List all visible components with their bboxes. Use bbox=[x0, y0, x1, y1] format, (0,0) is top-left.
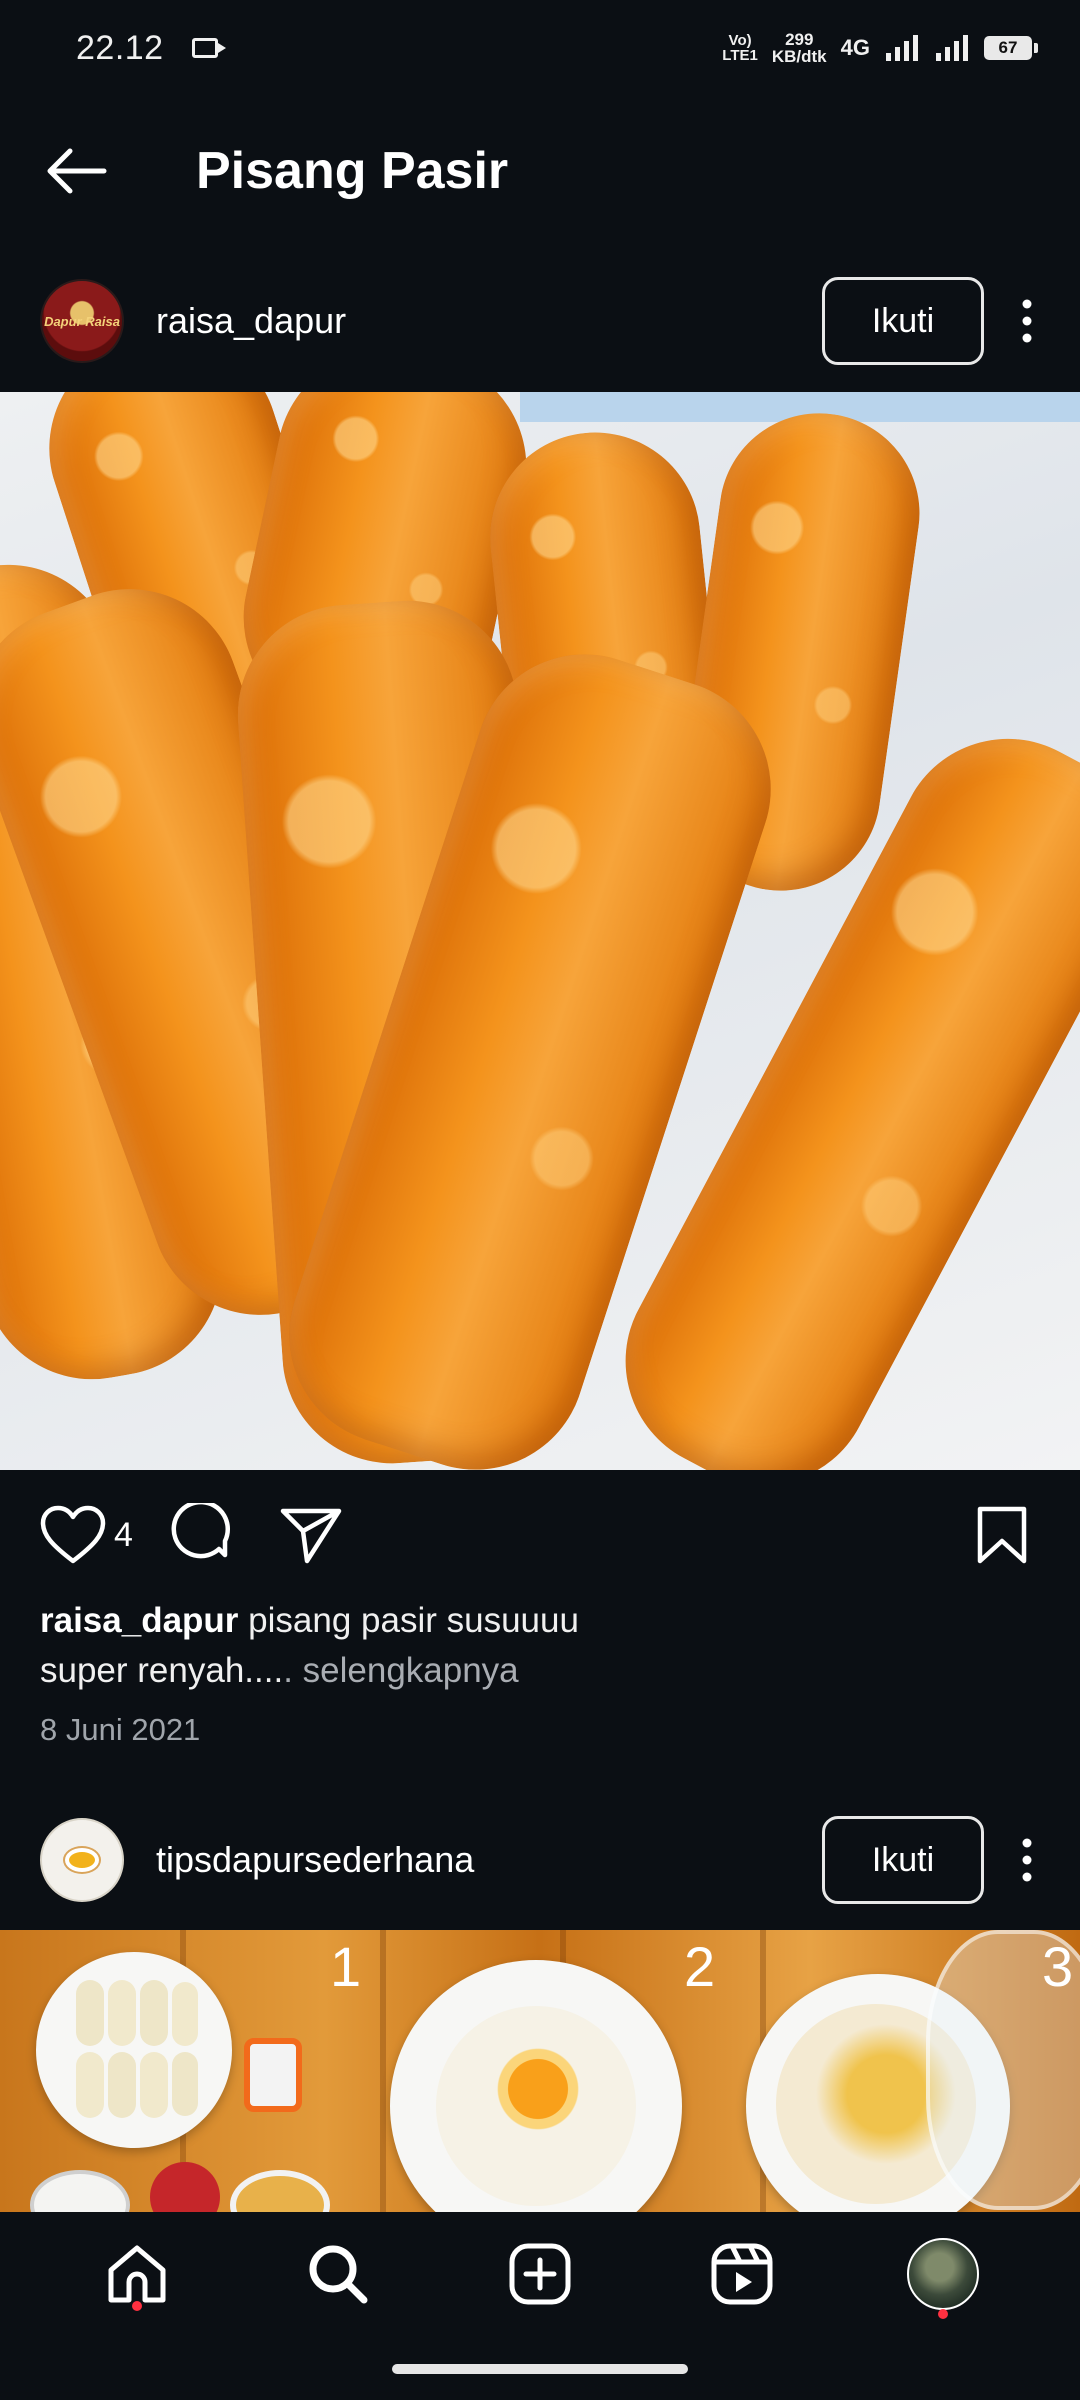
egg-bowl bbox=[150, 2162, 220, 2212]
more-options-button[interactable] bbox=[994, 1816, 1060, 1904]
comment-button[interactable] bbox=[169, 1503, 233, 1567]
more-options-button[interactable] bbox=[994, 277, 1060, 365]
signal-icon bbox=[886, 35, 918, 61]
network-speed-unit: KB/dtk bbox=[771, 47, 827, 66]
avatar-logo-text: Dapur Raisa bbox=[44, 313, 120, 329]
save-button[interactable] bbox=[976, 1505, 1028, 1565]
comment-icon bbox=[171, 1503, 230, 1559]
bookmark-icon bbox=[977, 1506, 1027, 1564]
like-count[interactable]: 4 bbox=[114, 1516, 133, 1555]
more-vertical-icon bbox=[1022, 1838, 1032, 1882]
status-time: 22.12 bbox=[76, 28, 164, 67]
bottom-navigation bbox=[0, 2212, 1080, 2400]
home-icon bbox=[108, 2245, 166, 2303]
post-username[interactable]: tipsdapursederhana bbox=[156, 1839, 474, 1881]
heart-icon bbox=[40, 1505, 106, 1564]
lte-label: LTE1 bbox=[722, 47, 758, 64]
breadcrumb-bowl bbox=[230, 2170, 330, 2212]
step-number: 1 bbox=[330, 1935, 362, 1998]
wood-grain bbox=[380, 1930, 386, 2212]
nav-home[interactable] bbox=[82, 2219, 192, 2329]
step-number: 2 bbox=[684, 1935, 716, 1998]
create-post-icon bbox=[509, 2243, 571, 2305]
volte-label: Vo) bbox=[728, 32, 752, 49]
avatar[interactable] bbox=[40, 1818, 124, 1902]
status-indicators: Vo) LTE1 299 KB/dtk 4G 67 bbox=[722, 31, 1038, 65]
search-icon bbox=[309, 2245, 368, 2304]
egg-logo-icon bbox=[65, 1848, 99, 1872]
post-caption: raisa_dapur pisang pasir susuuuu super r… bbox=[40, 1596, 1040, 1696]
page-title: Pisang Pasir bbox=[196, 142, 509, 200]
post-date: 8 Juni 2021 bbox=[40, 1712, 201, 1747]
caption-more-link[interactable]: . selengkapnya bbox=[283, 1651, 518, 1690]
sugar-container bbox=[244, 2038, 302, 2112]
post-header: tipsdapursederhana Ikuti bbox=[0, 1795, 1080, 1925]
caption-text: pisang pasir susuuuu bbox=[238, 1601, 579, 1640]
signal-icon-sim2 bbox=[936, 35, 968, 61]
follow-button[interactable]: Ikuti bbox=[822, 277, 984, 365]
share-button[interactable] bbox=[279, 1505, 343, 1565]
post-actions: 4 bbox=[0, 1470, 1080, 1600]
gesture-home-bar[interactable] bbox=[392, 2364, 688, 2374]
battery-level: 67 bbox=[998, 38, 1018, 57]
flour-bowl bbox=[30, 2170, 130, 2212]
arrow-left-icon bbox=[47, 148, 107, 194]
notification-dot bbox=[938, 2309, 949, 2319]
status-bar: 22.12 Vo) LTE1 299 KB/dtk 4G 67 bbox=[0, 0, 1080, 96]
nav-reels[interactable] bbox=[687, 2219, 797, 2329]
nav-search[interactable] bbox=[283, 2219, 393, 2329]
back-button[interactable] bbox=[40, 135, 112, 207]
peeled-bananas-icon bbox=[76, 1980, 198, 2118]
post-image[interactable] bbox=[0, 392, 1080, 1470]
plate-bananas bbox=[36, 1952, 232, 2148]
reels-icon bbox=[711, 2243, 773, 2305]
send-icon bbox=[280, 1508, 342, 1564]
network-speed: 299 KB/dtk bbox=[772, 31, 827, 65]
step-number: 3 bbox=[1042, 1935, 1074, 1998]
page-header: Pisang Pasir bbox=[0, 96, 1080, 246]
more-vertical-icon bbox=[1022, 299, 1032, 343]
like-button[interactable] bbox=[40, 1505, 106, 1565]
screen-record-icon bbox=[191, 38, 226, 58]
caption-text-line2: super renyah.... bbox=[40, 1651, 284, 1690]
network-type: 4G bbox=[840, 35, 870, 60]
mixing-bowl bbox=[390, 1960, 682, 2212]
battery-icon: 67 bbox=[984, 36, 1038, 60]
volte-indicator: Vo) LTE1 bbox=[722, 33, 758, 63]
caption-username[interactable]: raisa_dapur bbox=[40, 1601, 238, 1640]
notification-dot bbox=[131, 2301, 142, 2311]
follow-button[interactable]: Ikuti bbox=[822, 1816, 984, 1904]
post-username[interactable]: raisa_dapur bbox=[156, 300, 346, 342]
network-speed-value: 299 bbox=[785, 30, 814, 49]
nav-profile[interactable] bbox=[888, 2219, 998, 2329]
nav-create[interactable] bbox=[485, 2219, 595, 2329]
profile-avatar bbox=[907, 2238, 980, 2310]
post-image[interactable]: 1 2 3 bbox=[0, 1930, 1080, 2212]
avatar[interactable]: Dapur Raisa bbox=[40, 279, 124, 363]
post-header: Dapur Raisa raisa_dapur Ikuti bbox=[0, 256, 1080, 386]
